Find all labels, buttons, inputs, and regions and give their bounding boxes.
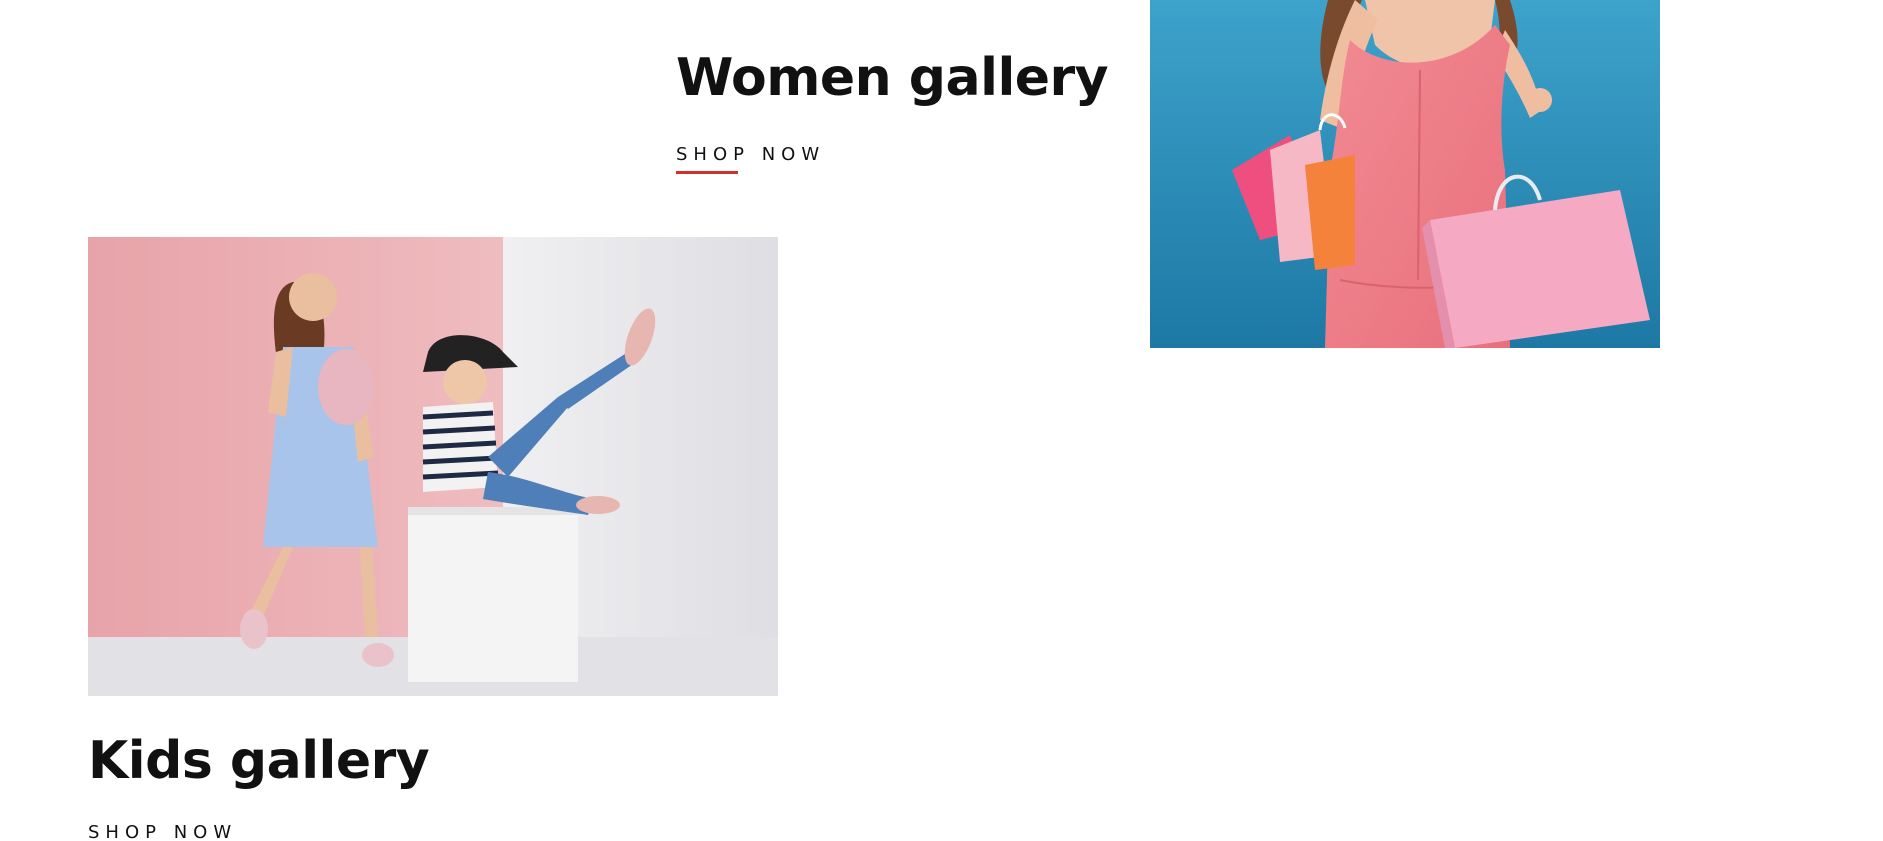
kids-posing-illustration — [88, 237, 778, 696]
kids-gallery-title: Kids gallery — [88, 731, 430, 791]
women-shop-now-label: SHOP NOW — [676, 144, 826, 165]
women-gallery-title: Women gallery — [676, 48, 1109, 108]
women-shop-now-link[interactable]: SHOP NOW — [676, 144, 826, 174]
kids-shop-now-link[interactable]: SHOP NOW — [88, 822, 237, 841]
women-gallery-image[interactable] — [1150, 0, 1660, 348]
shop-now-underline — [676, 171, 738, 174]
kids-shop-now-label: SHOP NOW — [88, 822, 238, 841]
gallery-page: Women gallery SHOP NOW Kids gallery SHOP… — [0, 0, 1883, 841]
woman-shopping-illustration — [1150, 0, 1660, 348]
kids-gallery-image[interactable] — [88, 237, 778, 696]
